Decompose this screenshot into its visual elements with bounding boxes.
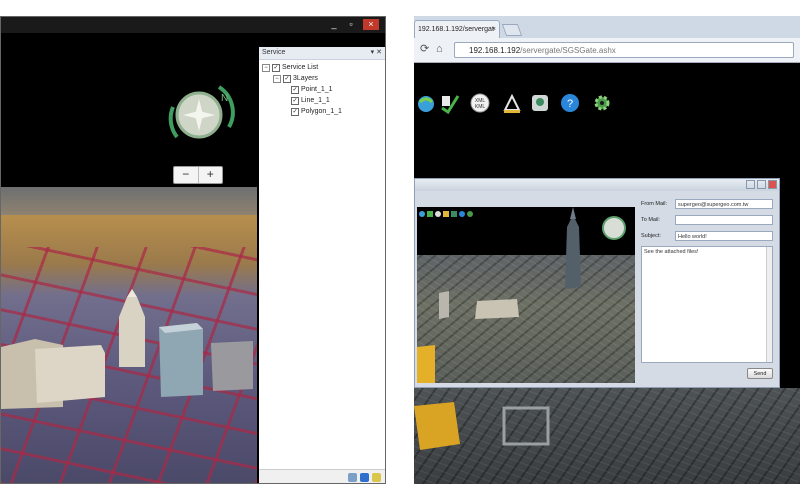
- textarea-scrollbar[interactable]: [766, 247, 772, 362]
- tree-item-label: Service List: [282, 64, 319, 71]
- navigation-compass[interactable]: N: [167, 79, 237, 149]
- measure-icon[interactable]: [502, 92, 522, 114]
- dialog-close-button[interactable]: [768, 180, 777, 189]
- subject-label: Subject:: [641, 233, 661, 239]
- url-path: /servergate/SGSGate.ashx: [520, 46, 616, 55]
- dialog-maximize-button[interactable]: [757, 180, 766, 189]
- 3d-map-view[interactable]: N − +: [1, 47, 257, 483]
- zoom-in-button[interactable]: +: [197, 167, 223, 183]
- aerial-features: [414, 402, 550, 450]
- home-icon[interactable]: ⌂: [436, 43, 443, 55]
- browser-tab-strip: 192.168.1.192/servergat ×: [414, 16, 800, 38]
- left-title-bar: _ ▫ ×: [1, 17, 385, 33]
- help-icon[interactable]: ?: [560, 92, 580, 114]
- mail-form: From Mail: supergeo@supergeo.com.tw To M…: [639, 199, 777, 383]
- edit-check-icon[interactable]: [440, 92, 460, 114]
- close-button[interactable]: ×: [363, 19, 379, 30]
- checkbox-checked-icon[interactable]: ✓: [272, 63, 280, 72]
- new-tab-button[interactable]: [501, 24, 523, 36]
- from-mail-label: From Mail:: [641, 201, 667, 207]
- svg-text:?: ?: [567, 98, 573, 110]
- browser-tab[interactable]: 192.168.1.192/servergat ×: [414, 20, 500, 38]
- panel-pin-icon[interactable]: ▾ ✕: [371, 47, 382, 59]
- svg-text:KML: KML: [475, 104, 486, 110]
- checkbox-checked-icon[interactable]: ✓: [291, 107, 299, 116]
- tree-item-root[interactable]: − ✓ Service List: [259, 62, 385, 73]
- web-map-toolbar: XML KML ?: [414, 92, 629, 118]
- dialog-minimize-button[interactable]: [746, 180, 755, 189]
- map-marker-icon[interactable]: [530, 92, 550, 114]
- tree-item-layer[interactable]: ✓ Point_1_1: [259, 84, 385, 95]
- tab-title: 192.168.1.192/servergat: [418, 26, 494, 33]
- status-help-icon[interactable]: [360, 473, 369, 482]
- mail-body-textarea[interactable]: See the attached files!: [641, 246, 773, 363]
- to-mail-row: To Mail:: [639, 215, 777, 226]
- browser-nav-bar: ⟳ ⌂ 192.168.1.192/servergate/SGSGate.ash…: [414, 38, 800, 63]
- address-bar[interactable]: 192.168.1.192/servergate/SGSGate.ashx: [454, 42, 794, 58]
- globe-arrow-icon[interactable]: [416, 92, 436, 114]
- subject-row: Subject: Hello world!: [639, 231, 777, 242]
- collapse-icon[interactable]: −: [262, 63, 270, 72]
- tree-item-layer[interactable]: ✓ Polygon_1_1: [259, 106, 385, 117]
- mail-body-text: See the attached files!: [644, 249, 699, 255]
- send-mail-dialog: From Mail: supergeo@supergeo.com.tw To M…: [414, 178, 780, 388]
- tree-item-label: 3Layers: [293, 75, 318, 82]
- to-mail-label: To Mail:: [641, 217, 660, 223]
- checkbox-checked-icon[interactable]: ✓: [283, 74, 291, 83]
- maximize-button[interactable]: ▫: [344, 19, 358, 30]
- status-globe-icon[interactable]: [348, 473, 357, 482]
- reload-icon[interactable]: ⟳: [420, 43, 429, 55]
- subject-field[interactable]: Hello world!: [675, 231, 773, 241]
- xml-icon[interactable]: XMLKML: [470, 92, 490, 114]
- url-host: 192.168.1.192: [469, 46, 521, 55]
- 3d-buildings: [1, 289, 253, 409]
- service-tree: − ✓ Service List − ✓ 3Layers ✓ Point_1_1…: [259, 60, 385, 117]
- status-bar: [259, 469, 385, 483]
- zoom-control: − +: [173, 166, 223, 184]
- zoom-out-button[interactable]: −: [174, 167, 198, 183]
- browser-window: 192.168.1.192/servergat × ⟳ ⌂ 192.168.1.…: [414, 16, 800, 484]
- to-mail-field[interactable]: [675, 215, 773, 225]
- preview-buildings: [417, 207, 581, 383]
- tree-item-label: Polygon_1_1: [301, 108, 342, 115]
- tab-close-icon[interactable]: ×: [492, 21, 496, 38]
- tree-item-label: Point_1_1: [301, 86, 333, 93]
- service-panel: Service ▾ ✕ − ✓ Service List − ✓ 3Layers…: [259, 47, 385, 469]
- tree-item-layer[interactable]: ✓ Line_1_1: [259, 95, 385, 106]
- tree-item-label: Line_1_1: [301, 97, 330, 104]
- checkbox-checked-icon[interactable]: ✓: [291, 85, 299, 94]
- browser-map-background[interactable]: [414, 388, 800, 484]
- settings-gear-icon[interactable]: [592, 92, 612, 114]
- from-mail-row: From Mail: supergeo@supergeo.com.tw: [639, 199, 777, 210]
- tree-item-group[interactable]: − ✓ 3Layers: [259, 73, 385, 84]
- send-button[interactable]: Send: [747, 368, 773, 379]
- left-application-window: _ ▫ × N − + Service ▾ ✕ − ✓ Service List…: [0, 16, 386, 484]
- collapse-icon[interactable]: −: [273, 74, 281, 83]
- compass-north-label: N: [221, 93, 228, 104]
- dialog-title-bar: [415, 179, 779, 191]
- service-panel-title: Service: [262, 49, 286, 56]
- status-info-icon[interactable]: [372, 473, 381, 482]
- map-snapshot-preview: [417, 207, 635, 383]
- minimize-button[interactable]: _: [327, 19, 341, 30]
- service-panel-header: Service ▾ ✕: [259, 47, 385, 60]
- from-mail-field[interactable]: supergeo@supergeo.com.tw: [675, 199, 773, 209]
- checkbox-checked-icon[interactable]: ✓: [291, 96, 299, 105]
